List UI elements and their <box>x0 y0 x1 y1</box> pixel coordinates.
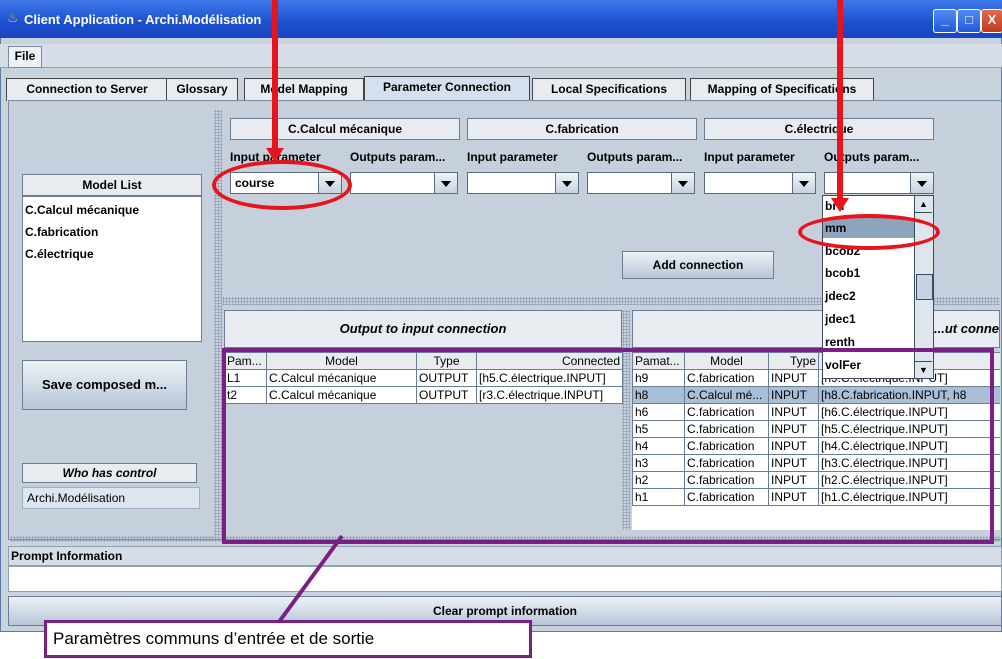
output-parameter-select[interactable] <box>350 172 458 194</box>
dropdown-item[interactable]: jdec2 <box>825 289 856 303</box>
list-item[interactable]: C.Calcul mécanique <box>25 203 139 217</box>
annotation-arrow <box>272 0 278 150</box>
java-app-icon: ♨ <box>7 10 19 25</box>
annotation-arrow <box>837 0 843 200</box>
annotation-ellipse <box>798 214 940 250</box>
list-item[interactable]: C.fabrication <box>25 225 98 239</box>
model-list-header: Model List <box>22 174 202 196</box>
output-parameter-select[interactable] <box>587 172 695 194</box>
chevron-down-icon[interactable] <box>792 173 815 193</box>
title-bar[interactable]: ♨ Client Application - Archi.Modélisatio… <box>0 0 1002 38</box>
input-parameter-select[interactable] <box>467 172 579 194</box>
close-button[interactable]: X <box>981 9 1002 33</box>
output-table-title: Output to input connection <box>224 310 622 348</box>
annotation-ellipse <box>212 160 352 210</box>
chevron-down-icon[interactable] <box>910 173 933 193</box>
save-composed-model-button[interactable]: Save composed m... <box>22 360 187 410</box>
prompt-information-header: Prompt Information <box>8 546 1002 566</box>
scroll-up-icon[interactable]: ▲ <box>915 196 932 213</box>
chevron-down-icon[interactable] <box>555 173 578 193</box>
input-parameter-label: Input parameter <box>467 150 558 164</box>
minimize-button[interactable]: _ <box>933 9 957 33</box>
chevron-down-icon[interactable] <box>434 173 457 193</box>
control-owner-field: Archi.Modélisation <box>22 487 200 509</box>
input-parameter-select[interactable] <box>704 172 816 194</box>
menu-file[interactable]: File <box>8 46 42 68</box>
tab-parameter-connection[interactable]: Parameter Connection <box>364 76 530 101</box>
tab-glossary[interactable]: Glossary <box>166 78 238 101</box>
model-list[interactable]: C.Calcul mécanique C.fabrication C.élect… <box>22 196 202 342</box>
prompt-information-area[interactable] <box>8 566 1002 592</box>
menu-bar: File <box>0 44 1002 68</box>
output-parameter-label: Outputs param... <box>350 150 446 164</box>
annotation-connector <box>274 534 344 628</box>
chevron-down-icon[interactable] <box>671 173 694 193</box>
dropdown-item[interactable]: jdec1 <box>825 312 856 326</box>
dropdown-item[interactable]: bcob1 <box>825 266 860 280</box>
list-item[interactable]: C.électrique <box>25 247 94 261</box>
tab-model-mapping[interactable]: Model Mapping <box>244 78 364 101</box>
output-parameter-label: Outputs param... <box>587 150 683 164</box>
annotation-arrowhead <box>831 198 849 212</box>
input-table-title: ...ut conne <box>632 310 1000 348</box>
model-group-header: C.fabrication <box>467 118 697 140</box>
annotation-highlight-box <box>222 348 994 544</box>
input-parameter-label: Input parameter <box>704 150 795 164</box>
annotation-caption: Paramètres communs d’entrée et de sortie <box>44 620 532 658</box>
tab-connection-to-server[interactable]: Connection to Server <box>6 78 168 101</box>
dropdown-item[interactable]: renth <box>825 335 855 349</box>
maximize-button[interactable]: □ <box>957 9 981 33</box>
add-connection-button[interactable]: Add connection <box>622 251 774 279</box>
tab-local-specifications[interactable]: Local Specifications <box>532 78 686 101</box>
input-table-title-text: ...ut conne <box>934 321 999 336</box>
model-group-header: C.électrique <box>704 118 934 140</box>
tab-mapping-of-specifications[interactable]: Mapping of Specifications <box>690 78 874 101</box>
scroll-thumb[interactable] <box>916 274 933 300</box>
who-has-control-header: Who has control <box>22 463 197 483</box>
window-title: Client Application - Archi.Modélisation <box>24 12 262 27</box>
model-group-header: C.Calcul mécanique <box>230 118 460 140</box>
